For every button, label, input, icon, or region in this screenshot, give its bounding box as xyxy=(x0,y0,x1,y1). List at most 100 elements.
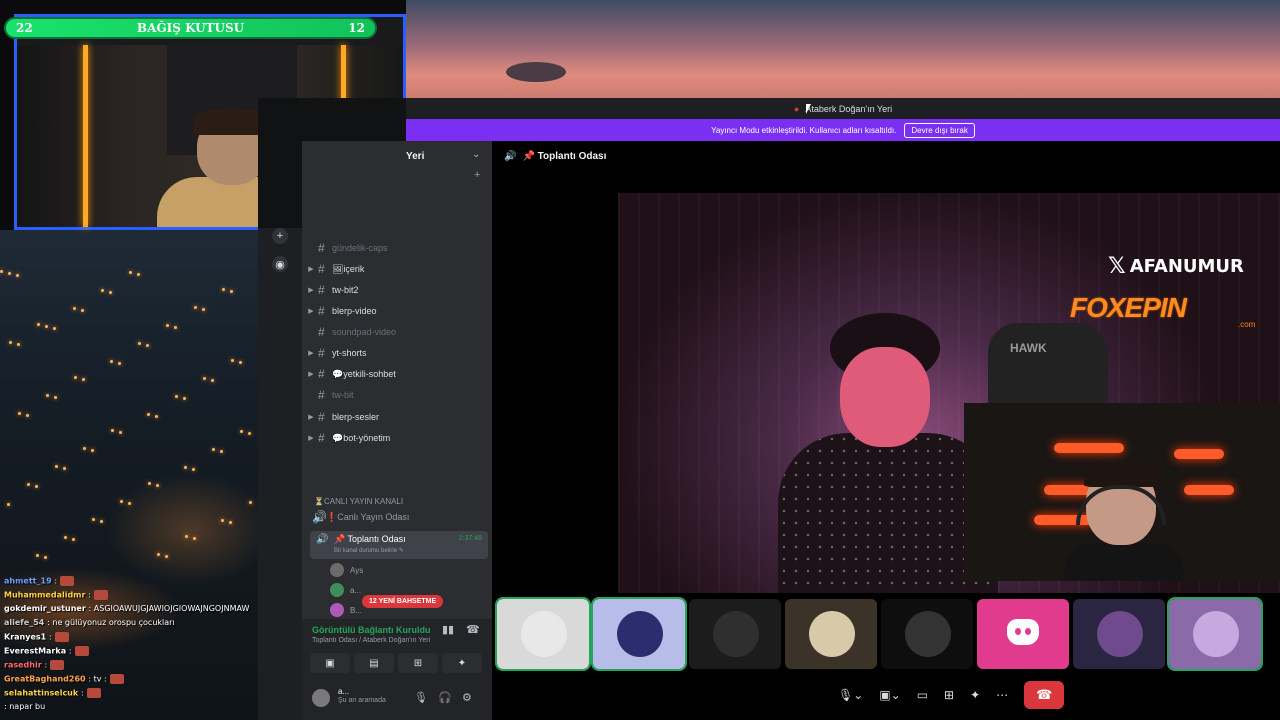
headphones-icon[interactable]: 🎧 xyxy=(438,691,452,704)
camera-off-icon[interactable]: ▣⌄ xyxy=(879,688,900,702)
channel-item[interactable]: # tw-bit xyxy=(302,385,492,405)
city-light xyxy=(100,520,103,523)
participant-tile[interactable] xyxy=(977,599,1069,669)
channel-item[interactable]: # soundpad-video xyxy=(302,322,492,342)
speaker-icon: 🔊 xyxy=(316,534,329,545)
settings-gear-icon[interactable]: ⚙ xyxy=(462,691,472,704)
channel-item[interactable]: ▶ # 🖼içerik xyxy=(302,259,492,279)
hash-icon: # xyxy=(318,241,325,255)
stream-scene: { "donation": { "left": "22", "title": "… xyxy=(0,0,1280,720)
city-light xyxy=(248,432,251,435)
activities-button[interactable]: ⊞ xyxy=(398,653,438,673)
user-area: a... Şu an aramada 🎙 🎧 ⚙ xyxy=(302,681,492,720)
x-handle: AFANUMUR xyxy=(1129,256,1244,277)
participant-avatar xyxy=(330,563,344,577)
call-timer: 2:37:48 xyxy=(458,535,482,542)
chat-text: : xyxy=(54,576,58,586)
chat-username: rasedhir xyxy=(4,660,45,670)
participant-tile[interactable] xyxy=(1073,599,1165,669)
microphone-icon[interactable]: 🎙 xyxy=(414,691,428,704)
city-light xyxy=(81,309,84,312)
add-channel-icon[interactable]: + xyxy=(474,169,480,181)
participant-tile[interactable] xyxy=(881,599,973,669)
participant-tiles xyxy=(495,597,1280,671)
chat-username: EverestMarka xyxy=(4,646,69,656)
city-light xyxy=(53,327,56,330)
soundboard-button[interactable]: ✦ xyxy=(442,653,482,673)
channel-item[interactable]: ▶ # 💬yetkili-sohbet xyxy=(302,364,492,384)
city-light xyxy=(193,537,196,540)
donation-left-value: 22 xyxy=(16,21,33,35)
participant-tile[interactable] xyxy=(689,599,781,669)
participant-tile[interactable] xyxy=(785,599,877,669)
voice-channel-icon: 🔊 xyxy=(504,151,517,162)
channel-item[interactable]: ▶ # blerp-video xyxy=(302,301,492,321)
chat-text: : xyxy=(88,590,91,600)
microphone-icon[interactable]: 🎙⌄ xyxy=(838,688,863,702)
city-light xyxy=(183,397,186,400)
chat-emote-icon xyxy=(86,688,101,698)
user-avatar[interactable] xyxy=(312,689,330,707)
x-handle-overlay: 𝕏 AFANUMUR xyxy=(1108,254,1244,279)
voice-participant[interactable]: a... xyxy=(330,581,361,599)
chat-message: gokdemir_ustuner : ASGIOAWUJGJAWIOJGIOWA… xyxy=(4,604,249,613)
city-light xyxy=(17,343,20,346)
channel-item[interactable]: ▶ # 💬bot-yönetim xyxy=(302,428,492,448)
city-light xyxy=(9,341,12,344)
voice-participant[interactable]: Ays xyxy=(330,561,363,579)
city-light xyxy=(155,415,158,418)
camera-button[interactable]: ▣ xyxy=(310,653,350,673)
city-light xyxy=(54,396,57,399)
disconnect-icon[interactable]: ☎ xyxy=(466,623,480,636)
participant-avatar xyxy=(713,611,759,657)
participant-avatar xyxy=(330,583,344,597)
more-options-icon[interactable]: ⋯ xyxy=(996,688,1008,702)
city-light xyxy=(120,500,123,503)
city-light xyxy=(46,394,49,397)
expand-arrow-icon: ▶ xyxy=(308,435,314,442)
disable-streamer-mode-button[interactable]: Devre dışı bırak xyxy=(904,122,975,138)
city-light xyxy=(119,431,122,434)
chat-username: aliefe_54 xyxy=(4,618,48,627)
donation-title: BAĞIŞ KUTUSU xyxy=(136,21,245,35)
city-light xyxy=(72,538,75,541)
channel-name: 💬yetkili-sohbet xyxy=(332,368,396,379)
chat-emote-icon xyxy=(93,590,108,600)
voice-participant[interactable]: B... xyxy=(330,601,362,619)
activities-icon[interactable]: ⊞ xyxy=(944,688,954,702)
channel-item[interactable]: ▶ # blerp-sesler xyxy=(302,407,492,427)
participant-tile[interactable] xyxy=(1167,597,1263,671)
channel-item[interactable]: # gündelik-caps xyxy=(302,238,492,258)
expand-arrow-icon: ▶ xyxy=(308,308,314,315)
chat-emote-icon xyxy=(109,674,124,684)
chat-emote-icon xyxy=(50,660,65,670)
signal-icon[interactable]: ▮▮ xyxy=(442,623,454,636)
channel-item[interactable]: ▶ # tw-bit2 xyxy=(302,280,492,300)
city-light xyxy=(156,484,159,487)
screen-share-button[interactable]: ▤ xyxy=(354,653,394,673)
chevron-down-icon[interactable]: ⌄ xyxy=(472,149,480,160)
streamer-mode-text: Yayıncı Modu etkinleştirildi. Kullanıcı … xyxy=(711,125,897,135)
city-light xyxy=(239,361,242,364)
guild-name[interactable]: Yeri xyxy=(406,151,424,162)
city-light xyxy=(74,376,77,379)
city-light xyxy=(249,501,252,504)
add-server-icon[interactable]: + xyxy=(272,228,288,244)
mouse-cursor-icon xyxy=(806,104,811,114)
city-light xyxy=(26,414,29,417)
screen-share-icon[interactable]: ▭ xyxy=(917,688,928,702)
discover-icon[interactable]: ◉ xyxy=(272,256,288,272)
user-name: a... xyxy=(338,687,350,696)
voice-channel-item[interactable]: 🔊 ❗Canlı Yayın Odası xyxy=(302,507,492,527)
chat-message: rasedhir : xyxy=(4,660,65,670)
soundboard-icon[interactable]: ✦ xyxy=(970,688,980,702)
channel-item[interactable]: ▶ # yt-shorts xyxy=(302,343,492,363)
participant-tile[interactable] xyxy=(591,597,687,671)
channel-category[interactable]: ⏳CANLI YAYIN KANALI xyxy=(314,497,403,506)
new-mentions-badge[interactable]: 12 YENİ BAHSETME xyxy=(362,595,444,608)
active-voice-channel[interactable]: 🔊 📌 Toplantı Odası 2:37:48 Bir kanal durumu… xyxy=(310,531,488,559)
hang-up-button[interactable]: ☎ xyxy=(1024,681,1065,709)
participant-tile[interactable] xyxy=(495,597,591,671)
city-light xyxy=(147,413,150,416)
channel-status-prompt[interactable]: Bir kanal durumu belirle ✎ xyxy=(334,547,404,554)
